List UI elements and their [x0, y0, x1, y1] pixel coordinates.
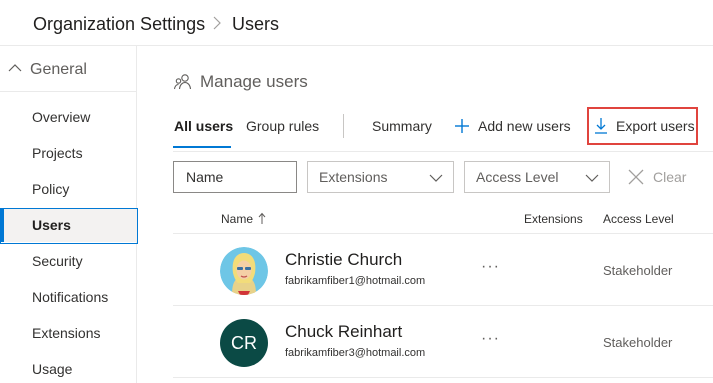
- chevron-down-icon: [585, 174, 599, 182]
- avatar: [220, 247, 268, 295]
- download-icon: [595, 118, 607, 134]
- sidebar-item-label: Projects: [32, 145, 83, 161]
- sidebar-item-label: Overview: [32, 109, 91, 125]
- sidebar-item-label: Policy: [32, 181, 70, 197]
- sidebar-item-projects[interactable]: Projects: [0, 136, 137, 170]
- close-icon: [628, 169, 644, 185]
- extensions-dropdown-label: Extensions: [319, 169, 388, 185]
- user-name[interactable]: Chuck Reinhart: [285, 322, 402, 342]
- column-header-extensions[interactable]: Extensions: [524, 212, 583, 226]
- access-level-value: Stakeholder: [603, 335, 673, 350]
- sidebar-item-overview[interactable]: Overview: [0, 100, 137, 134]
- chevron-down-icon: [429, 174, 443, 182]
- add-new-users-button[interactable]: Add new users: [478, 118, 571, 148]
- breadcrumb: Organization Settings Users: [0, 0, 713, 46]
- plus-icon: [455, 119, 469, 133]
- sidebar-item-label: Security: [32, 253, 83, 269]
- tab-all-users[interactable]: All users: [174, 118, 233, 148]
- access-level-dropdown[interactable]: Access Level: [464, 161, 610, 193]
- divider: [173, 151, 713, 152]
- chevron-right-icon: [213, 16, 221, 30]
- people-icon: [173, 74, 192, 90]
- breadcrumb-users: Users: [232, 14, 280, 34]
- more-actions-icon[interactable]: ···: [481, 331, 501, 350]
- column-header-name[interactable]: Name: [221, 212, 253, 226]
- sidebar-item-label: Extensions: [32, 325, 101, 341]
- sidebar: General Overview Projects Policy Users S…: [0, 46, 138, 383]
- tab-group-rules[interactable]: Group rules: [246, 118, 319, 148]
- avatar: CR: [220, 319, 268, 367]
- name-filter-input[interactable]: [173, 161, 297, 193]
- active-tab-indicator: [173, 146, 231, 148]
- user-email: fabrikamfiber1@hotmail.com: [285, 275, 426, 287]
- more-actions-icon[interactable]: ···: [481, 259, 501, 278]
- access-level-dropdown-label: Access Level: [476, 169, 559, 185]
- sidebar-item-notifications[interactable]: Notifications: [0, 280, 137, 314]
- sidebar-item-label: Users: [32, 217, 71, 233]
- table-row[interactable]: Christie Church fabrikamfiber1@hotmail.c…: [173, 234, 713, 306]
- extensions-dropdown[interactable]: Extensions: [307, 161, 454, 193]
- clear-filters-button[interactable]: Clear: [626, 167, 696, 189]
- sort-ascending-icon: [258, 212, 266, 224]
- sidebar-item-policy[interactable]: Policy: [0, 172, 137, 206]
- column-header-access-level[interactable]: Access Level: [603, 212, 674, 226]
- clear-label: Clear: [653, 169, 687, 185]
- sidebar-item-users[interactable]: Users: [0, 208, 138, 244]
- chevron-up-icon: [8, 64, 22, 72]
- sidebar-item-security[interactable]: Security: [0, 244, 137, 278]
- page-title: Manage users: [200, 72, 308, 91]
- sidebar-item-label: Notifications: [32, 289, 109, 305]
- table-row[interactable]: CR Chuck Reinhart fabrikamfiber3@hotmail…: [173, 306, 713, 378]
- summary-button[interactable]: Summary: [372, 118, 432, 148]
- sidebar-item-extensions[interactable]: Extensions: [0, 316, 137, 350]
- export-users-button[interactable]: Export users: [616, 118, 695, 148]
- user-photo-icon: [220, 247, 268, 295]
- divider: [173, 377, 713, 378]
- tab-divider: [343, 114, 344, 138]
- sidebar-group-general[interactable]: General: [0, 46, 137, 92]
- sidebar-group-label: General: [30, 61, 87, 78]
- access-level-value: Stakeholder: [603, 263, 673, 278]
- breadcrumb-organization-settings[interactable]: Organization Settings: [33, 14, 205, 35]
- sidebar-item-label: Usage: [32, 361, 73, 377]
- user-name[interactable]: Christie Church: [285, 250, 402, 270]
- user-email: fabrikamfiber3@hotmail.com: [285, 347, 426, 359]
- sidebar-item-usage[interactable]: Usage: [0, 352, 137, 383]
